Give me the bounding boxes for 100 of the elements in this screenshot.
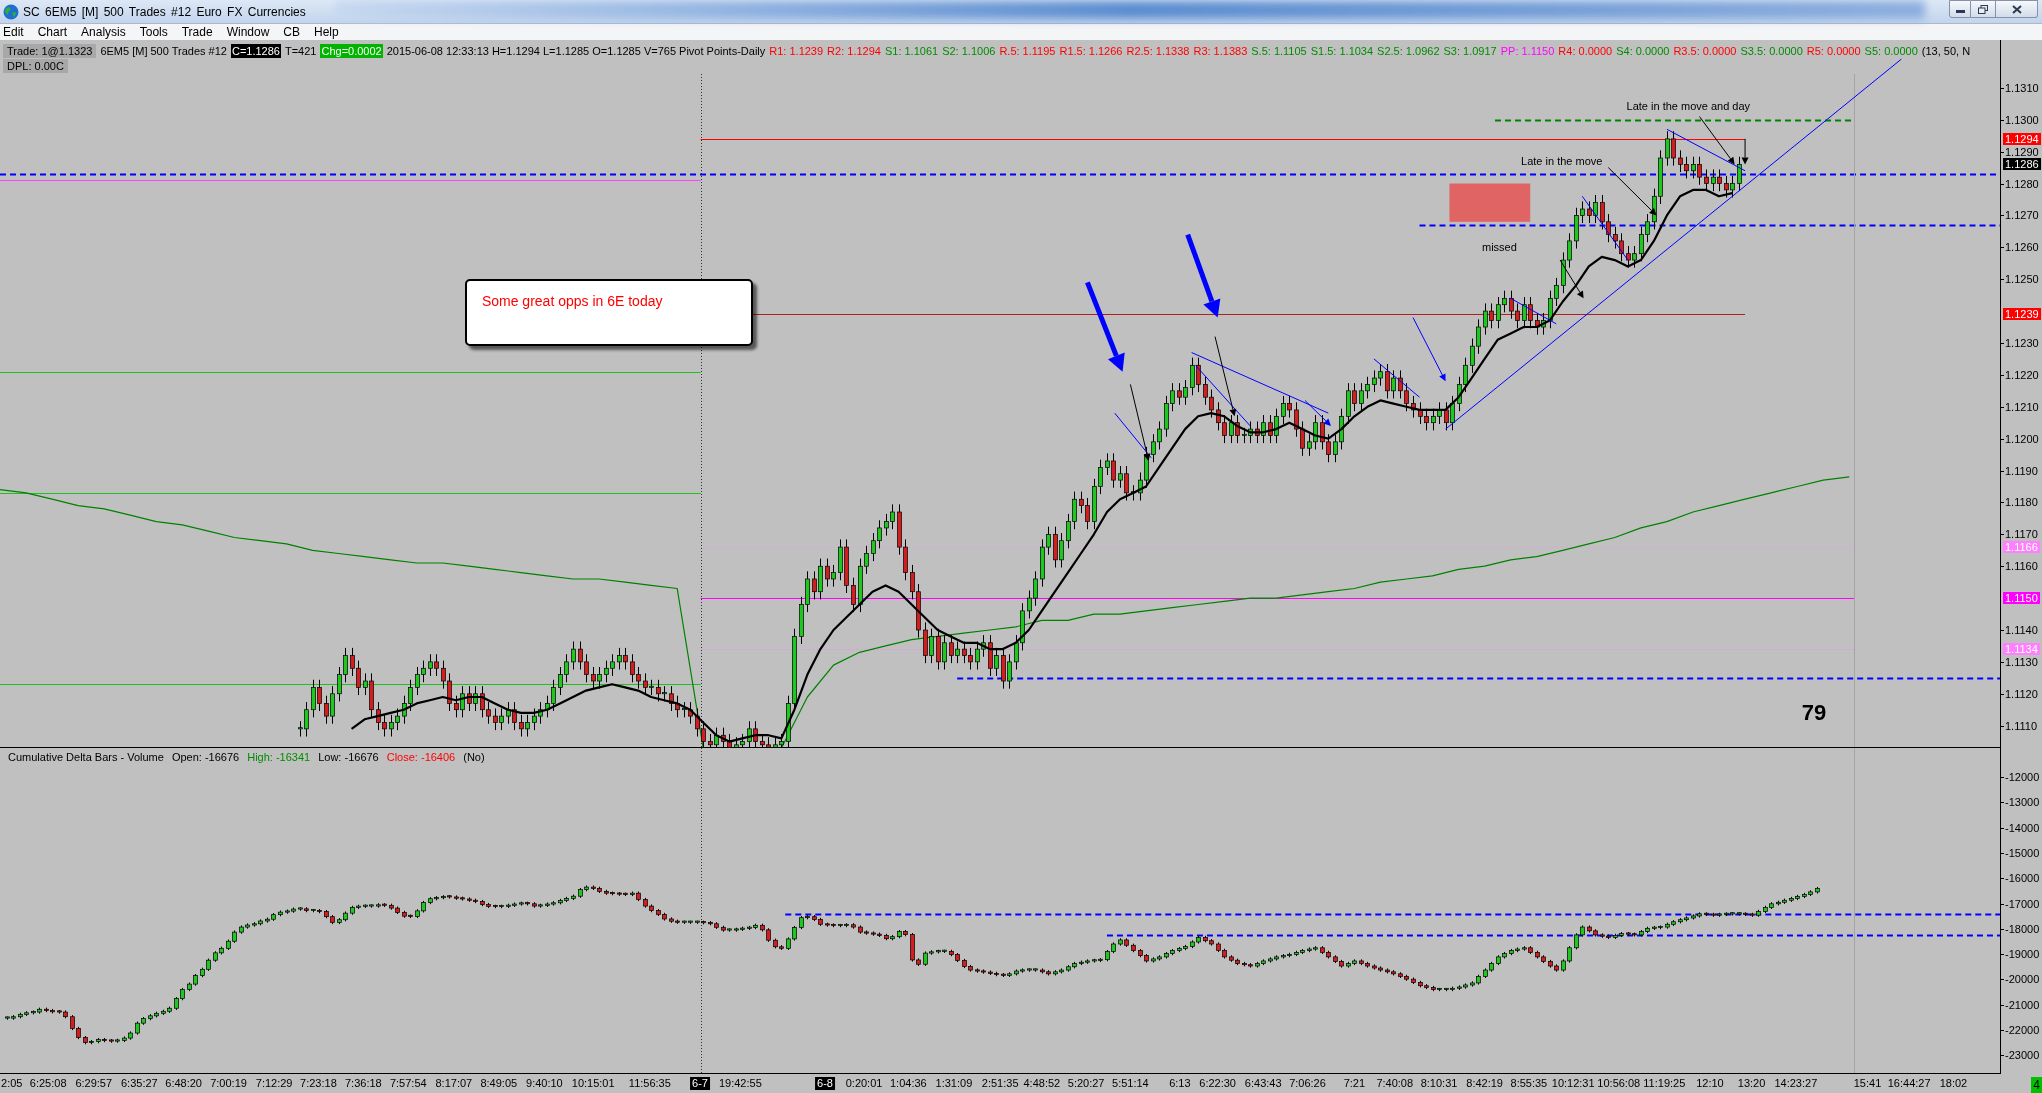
price-marker: 1.1166 (2003, 541, 2040, 554)
status-indicator: 4 (2031, 1077, 2042, 1093)
resistance-level: R1.5: 1.1266 (1059, 44, 1123, 58)
time-label: 6:13 (1169, 1077, 1191, 1090)
date-badge: 6-7 (690, 1077, 710, 1090)
counter-label: 79 (1801, 700, 1827, 725)
resistance-level: R1: 1.1239 (769, 44, 824, 58)
time-label: 7:36:18 (345, 1077, 382, 1090)
axis-label: 1.1310 (2005, 81, 2039, 94)
time-label: 7:57:54 (389, 1077, 427, 1090)
restore-icon (1978, 4, 1988, 14)
axis-label: -14000 (2005, 821, 2040, 834)
time-label: 7:12:29 (255, 1077, 293, 1090)
pivot-level: PP: 1.1150 (1500, 44, 1555, 58)
info-text: (No) (463, 750, 485, 764)
menu-item[interactable]: Window (226, 24, 270, 40)
axis-label: -12000 (2005, 771, 2040, 784)
axis-label: 1.1200 (2005, 432, 2039, 445)
axis-label: 1.1130 (2005, 655, 2038, 668)
resistance-level: R3.5: 0.0000 (1673, 44, 1737, 58)
time-label: 11:56:35 (628, 1077, 671, 1090)
support-level: S1.5: 1.1034 (1310, 44, 1374, 58)
info-text: Low: -16676 (318, 750, 379, 764)
axis-label: 1.1230 (2005, 336, 2039, 349)
time-label: 13:20 (1737, 1077, 1766, 1090)
info-text: (13, 50, N (1921, 44, 1971, 58)
close-value: Close: -16406 (386, 750, 456, 764)
time-label: 7:21 (1343, 1077, 1366, 1090)
last-price: C=1.1286 (230, 44, 281, 58)
resistance-level: R2.5: 1.1338 (1126, 44, 1190, 58)
annotation-text: Late in the move and day (1626, 100, 1751, 114)
axis-label: -16000 (2005, 872, 2040, 885)
minimize-icon (1955, 10, 1965, 13)
time-label: 2:05 (1, 1077, 23, 1090)
date-badge: 6-8 (815, 1077, 835, 1090)
axis-label: 1.1140 (2005, 624, 2038, 636)
axis-label: 1.1160 (2005, 560, 2038, 573)
menu-item[interactable]: CB (283, 24, 300, 40)
restore-button[interactable] (1971, 0, 1996, 18)
support-level: S5: 0.0000 (1864, 44, 1918, 58)
resistance-level: R.5: 1.1195 (999, 44, 1056, 58)
time-label: 7:06:26 (1289, 1077, 1326, 1090)
time-label: 6:43:43 (1244, 1077, 1282, 1090)
time-label: 7:00:19 (210, 1077, 247, 1090)
time-label: 10:15:01 (571, 1077, 615, 1090)
price-marker: 1.1150 (2003, 592, 2040, 605)
time-label: 6:25:08 (29, 1077, 67, 1090)
time-label: 8:10:31 (1420, 1077, 1458, 1090)
annotation-arrow (1741, 138, 1749, 165)
time-label: 18:02 (1939, 1077, 1968, 1090)
trade-info: Trade: 1@1.1323 (3, 44, 97, 58)
info-text: 2015-06-08 12:33:13 H=1.1294 L=1.1285 O=1.1285 V=765 Pivot Points-Daily (386, 44, 766, 58)
axis-label: 1.1170 (2005, 528, 2038, 541)
axis-label: 1.1180 (2005, 496, 2038, 509)
menu-item[interactable]: Analysis (81, 24, 126, 40)
price-marker: 1.1239 (2003, 308, 2041, 321)
time-label: 9:40:10 (526, 1077, 563, 1090)
time-label: 7:23:18 (300, 1077, 337, 1090)
price-marker: 1.1286 (2003, 158, 2041, 171)
axis-label: 1.1270 (2005, 209, 2039, 222)
menu-item[interactable]: Trade (181, 24, 213, 40)
window-title: SC 6EM5 [M] 500 Trades #12 Euro FX Currencies (23, 3, 306, 20)
price-marker: 1.1294 (2003, 132, 2041, 145)
support-level: S3.5: 0.0000 (1740, 44, 1803, 58)
axis-label: 1.1250 (2005, 273, 2039, 286)
minimize-button[interactable] (1949, 0, 1971, 18)
time-label: 8:49:05 (480, 1077, 518, 1090)
support-level: S1: 1.1061 (884, 44, 939, 58)
time-label: 8:55:35 (1510, 1077, 1548, 1090)
info-text: T=421 (284, 44, 317, 58)
support-level: S3: 1.0917 (1443, 44, 1497, 58)
time-label: 15:41 (1853, 1077, 1882, 1090)
trade-info: DPL: 0.00C (3, 59, 68, 73)
menu-item[interactable]: Tools (139, 24, 168, 40)
axis-label: -18000 (2005, 922, 2040, 935)
axis-label: 1.1110 (2005, 719, 2037, 732)
time-label: 1:04:36 (890, 1077, 927, 1090)
axis-label: 1.1190 (2005, 464, 2038, 477)
time-label: 10:12:31 (1551, 1077, 1595, 1090)
axis-label: -22000 (2005, 1024, 2040, 1036)
axis-label: -17000 (2005, 897, 2040, 910)
info-text: Cumulative Delta Bars - Volume (8, 750, 164, 764)
axis-label: -23000 (2005, 1049, 2040, 1062)
info-text: 6EM5 [M] 500 Trades #12 (100, 44, 227, 58)
time-label: 14:23:27 (1774, 1077, 1818, 1090)
time-label: 1:31:09 (935, 1077, 973, 1090)
axis-label: -20000 (2005, 973, 2040, 986)
close-button[interactable] (1996, 0, 2038, 18)
menu-item[interactable]: Help (314, 24, 339, 40)
time-label: 8:17:07 (435, 1077, 473, 1090)
support-level: S2.5: 1.0962 (1377, 44, 1440, 58)
price-marker: 1.1134 (2003, 643, 2040, 656)
time-label: 8:42:19 (1466, 1077, 1503, 1090)
time-label: 4:48:52 (1023, 1077, 1061, 1090)
high-value: High: -16341 (247, 750, 311, 764)
axis-label: 1.1220 (2005, 368, 2039, 381)
axis-label: 1.1300 (2005, 113, 2039, 126)
menu-item[interactable]: Edit (3, 24, 24, 40)
axis-label: 1.1260 (2005, 241, 2039, 254)
menu-item[interactable]: Chart (37, 24, 68, 40)
